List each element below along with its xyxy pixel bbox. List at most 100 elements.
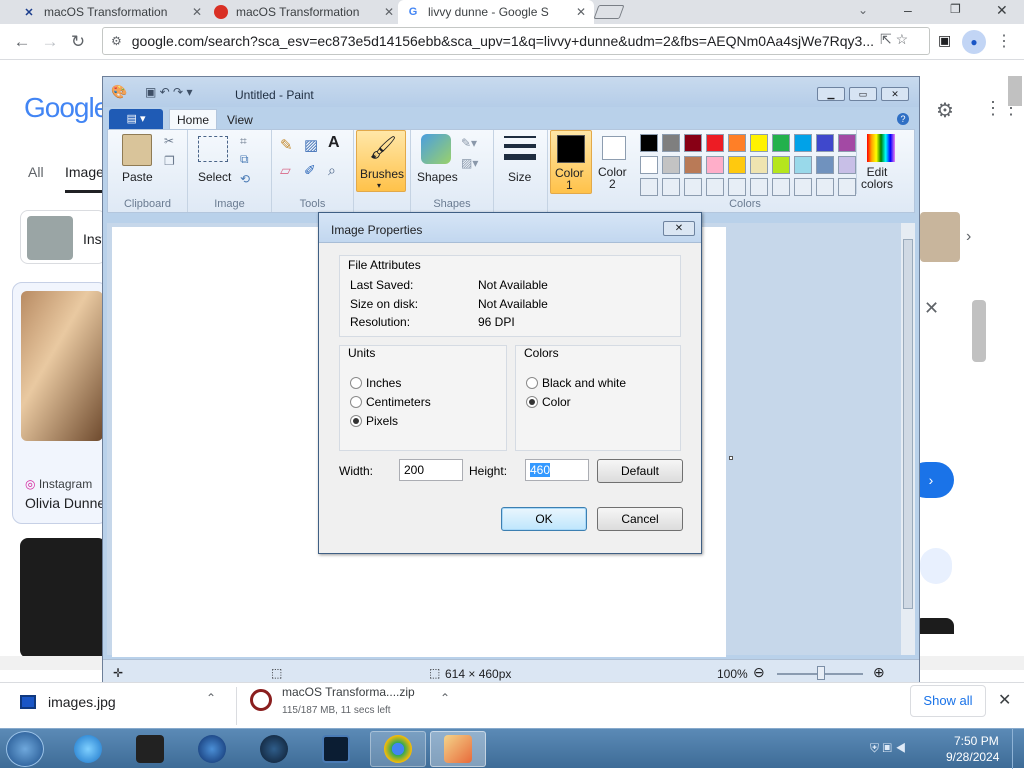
palette-swatch[interactable] <box>816 134 834 152</box>
taskbar-app-4[interactable] <box>246 731 302 767</box>
outline-icon[interactable]: ✎▾ <box>461 136 477 150</box>
close-icon[interactable]: ✕ <box>924 298 939 319</box>
fill-icon[interactable]: ▨ <box>304 136 318 154</box>
edit-colors-button[interactable]: Edit colors <box>856 130 910 194</box>
palette-swatch[interactable] <box>772 134 790 152</box>
copy-icon[interactable]: ❐ <box>164 154 175 168</box>
pencil-icon[interactable]: ✎ <box>280 136 293 154</box>
palette-swatch[interactable] <box>640 134 658 152</box>
select-icon[interactable] <box>198 136 228 162</box>
ribbon-tab-view[interactable]: View <box>227 113 253 127</box>
palette-swatch[interactable] <box>684 134 702 152</box>
inches-radio[interactable] <box>350 377 362 389</box>
taskbar-app-2[interactable] <box>122 731 178 767</box>
tab-search-icon[interactable]: ⌄ <box>858 3 868 17</box>
ok-button[interactable]: OK <box>501 507 587 531</box>
chip-thumbnail-right[interactable] <box>920 212 960 262</box>
width-field[interactable]: 200 <box>399 459 463 481</box>
size-button[interactable]: Size <box>508 170 531 184</box>
profile-avatar[interactable]: ● <box>962 30 986 54</box>
color1-button[interactable]: Color 1 <box>550 130 592 194</box>
paint-file-menu[interactable]: ▤ ▾ <box>109 109 163 129</box>
black-white-radio[interactable] <box>526 377 538 389</box>
tab-macos-1[interactable]: ✕ macOS Transformation ✕ <box>14 0 210 24</box>
palette-swatch[interactable] <box>706 156 724 174</box>
taskbar-app-5[interactable] <box>308 731 364 767</box>
clock-date[interactable]: 9/28/2024 <box>946 750 999 764</box>
taskbar-chrome[interactable] <box>370 731 426 767</box>
taskbar-media-player[interactable] <box>184 731 240 767</box>
palette-swatch[interactable] <box>772 156 790 174</box>
paste-button[interactable]: Paste <box>122 170 153 184</box>
palette-swatch[interactable] <box>684 178 702 196</box>
black-white-label[interactable]: Black and white <box>542 376 626 390</box>
site-info-icon[interactable]: ⚙ <box>111 34 122 48</box>
palette-swatch[interactable] <box>662 178 680 196</box>
brushes-button[interactable]: 🖌 Brushes ▾ <box>356 130 406 192</box>
magnifier-icon[interactable]: ⌕ <box>328 162 336 179</box>
taskbar-paint[interactable] <box>430 731 486 767</box>
centimeters-radio[interactable] <box>350 396 362 408</box>
download-item-images[interactable]: images.jpg <box>48 694 116 710</box>
palette-swatch[interactable] <box>794 134 812 152</box>
google-logo[interactable]: Google <box>24 92 109 124</box>
palette-swatch[interactable] <box>640 156 658 174</box>
canvas-resize-handle[interactable] <box>729 456 733 460</box>
palette-swatch[interactable] <box>728 134 746 152</box>
palette-swatch[interactable] <box>838 178 856 196</box>
paste-icon[interactable] <box>122 134 152 166</box>
select-button[interactable]: Select <box>198 170 231 184</box>
palette-swatch[interactable] <box>750 134 768 152</box>
palette-swatch[interactable] <box>750 156 768 174</box>
settings-gear-icon[interactable]: ⚙ <box>936 98 954 123</box>
resize-icon[interactable]: ⧉ <box>240 152 249 167</box>
quick-access-icons[interactable]: ▣ ↶ ↷ ▾ <box>145 85 192 99</box>
clock-time[interactable]: 7:50 PM <box>954 734 999 748</box>
chevron-right-icon[interactable]: › <box>966 228 971 246</box>
menu-icon[interactable]: ⋮ <box>996 31 1012 51</box>
text-icon[interactable]: A <box>328 134 340 152</box>
show-desktop-button[interactable] <box>1012 729 1024 769</box>
palette-swatch[interactable] <box>706 134 724 152</box>
shapes-button[interactable]: Shapes <box>417 170 458 184</box>
default-button[interactable]: Default <box>597 459 683 483</box>
ribbon-tab-home[interactable]: Home <box>169 109 217 130</box>
cut-icon[interactable]: ✂ <box>164 134 174 148</box>
download-item-zip[interactable]: macOS Transforma....zip <box>282 685 415 699</box>
palette-swatch[interactable] <box>838 134 856 152</box>
paint-vertical-scrollbar[interactable] <box>901 223 915 655</box>
image-result-card[interactable]: ◎ Instagram Olivia Dunne <box>12 282 108 524</box>
palette-swatch[interactable] <box>728 178 746 196</box>
download-chevron-icon[interactable]: ⌃ <box>440 691 450 705</box>
palette-swatch[interactable] <box>662 156 680 174</box>
palette-swatch[interactable] <box>794 178 812 196</box>
download-chevron-icon[interactable]: ⌃ <box>206 691 216 705</box>
tab-macos-2[interactable]: macOS Transformation ✕ <box>206 0 402 24</box>
centimeters-label[interactable]: Centimeters <box>366 395 431 409</box>
minimize-icon[interactable]: – <box>904 2 912 18</box>
page-scrollbar[interactable] <box>1008 76 1022 106</box>
panel-scrollbar[interactable] <box>972 300 986 362</box>
close-tab-icon[interactable]: ✕ <box>192 5 202 19</box>
zoom-out-icon[interactable]: ⊖ <box>753 664 765 681</box>
palette-swatch[interactable] <box>772 178 790 196</box>
color-label[interactable]: Color <box>542 395 571 409</box>
side-panel-icon[interactable]: ▣ <box>938 32 951 49</box>
address-bar[interactable]: ⚙ google.com/search?sca_esv=ec873e5d1415… <box>102 27 930 55</box>
color-picker-icon[interactable]: ✐ <box>304 162 316 179</box>
paint-app-icon[interactable]: 🎨 <box>111 84 127 100</box>
palette-swatch[interactable] <box>640 178 658 196</box>
close-tab-icon[interactable]: ✕ <box>576 5 586 19</box>
pixels-label[interactable]: Pixels <box>366 414 398 428</box>
shapes-icon[interactable] <box>421 134 451 164</box>
close-tab-icon[interactable]: ✕ <box>384 5 394 19</box>
palette-swatch[interactable] <box>794 156 812 174</box>
reload-icon[interactable]: ↻ <box>66 30 90 54</box>
back-icon[interactable]: ← <box>10 30 34 54</box>
forward-icon[interactable]: → <box>38 30 62 54</box>
dialog-close-icon[interactable]: ✕ <box>663 221 695 236</box>
palette-swatch[interactable] <box>662 134 680 152</box>
zoom-in-icon[interactable]: ⊕ <box>873 664 885 681</box>
close-window-icon[interactable]: ✕ <box>996 2 1008 19</box>
help-icon[interactable]: ? <box>897 113 909 125</box>
